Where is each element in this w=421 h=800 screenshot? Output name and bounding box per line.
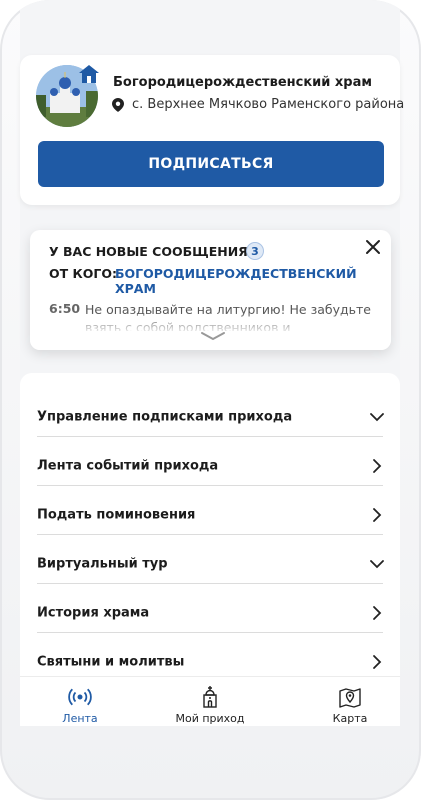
- notification-from-label: ОТ КОГО:: [49, 266, 117, 281]
- bottom-tab-bar: Лента Мой приход Карта: [20, 676, 400, 726]
- map-icon: [339, 688, 361, 708]
- close-icon[interactable]: [364, 238, 382, 256]
- home-icon: [79, 65, 99, 83]
- tab-label: Лента: [62, 712, 98, 725]
- menu-item-commemorations[interactable]: Подать поминовения: [37, 485, 383, 535]
- tab-my-parish[interactable]: Мой приход: [150, 677, 270, 726]
- chevron-down-icon: [370, 413, 384, 422]
- parish-menu: Управление подписками прихода Лента собы…: [20, 373, 400, 722]
- menu-item-label: Святыни и молитвы: [37, 654, 185, 670]
- chevron-right-icon: [373, 459, 382, 473]
- menu-item-label: История храма: [37, 605, 150, 621]
- notification-sender-link[interactable]: БОГОРОДИЦЕРОЖДЕСТВЕНСКИЙ ХРАМ: [115, 266, 385, 296]
- broadcast-icon: [68, 688, 92, 706]
- subscribe-button[interactable]: ПОДПИСАТЬСЯ: [38, 141, 384, 187]
- menu-item-events-feed[interactable]: Лента событий прихода: [37, 436, 383, 486]
- menu-item-shrines[interactable]: Святыни и молитвы: [37, 632, 383, 682]
- tab-map[interactable]: Карта: [290, 677, 410, 726]
- notification-card[interactable]: У ВАС НОВЫЕ СООБЩЕНИЯ 3 ОТ КОГО: БОГОРОД…: [30, 230, 391, 350]
- phone-frame: Богородицерождественский храм с. Верхнее…: [0, 0, 421, 800]
- parish-title: Богородицерождественский храм: [113, 75, 372, 90]
- location-pin-icon: [112, 98, 124, 112]
- tab-label: Мой приход: [175, 712, 245, 725]
- menu-item-history[interactable]: История храма: [37, 583, 383, 633]
- menu-item-virtual-tour[interactable]: Виртуальный тур: [37, 534, 384, 584]
- chevron-right-icon: [373, 606, 382, 620]
- expand-chevron-icon[interactable]: [200, 330, 226, 342]
- chevron-right-icon: [373, 655, 382, 669]
- notification-count-badge: 3: [246, 242, 264, 260]
- menu-item-label: Управление подписками прихода: [37, 409, 293, 425]
- tab-label: Карта: [332, 712, 368, 725]
- parish-header-card: Богородицерождественский храм с. Верхнее…: [20, 55, 404, 205]
- tab-feed[interactable]: Лента: [20, 677, 140, 726]
- chevron-down-icon: [370, 560, 384, 569]
- notification-title: У ВАС НОВЫЕ СООБЩЕНИЯ: [49, 244, 248, 259]
- menu-item-label: Лента событий прихода: [37, 458, 219, 474]
- chevron-right-icon: [373, 508, 382, 522]
- menu-item-label: Подать поминовения: [37, 507, 196, 523]
- menu-item-subscriptions[interactable]: Управление подписками прихода: [37, 387, 384, 437]
- parish-location: с. Верхнее Мячково Раменского района: [132, 97, 405, 112]
- menu-item-label: Виртуальный тур: [37, 556, 168, 572]
- church-icon: [203, 686, 217, 708]
